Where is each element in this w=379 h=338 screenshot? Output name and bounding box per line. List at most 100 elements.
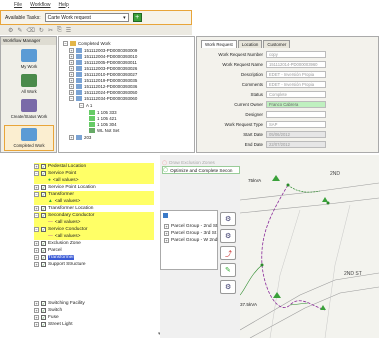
tool-icon-4[interactable]: ↻ bbox=[39, 27, 44, 34]
layer-row[interactable]: ● <all values> bbox=[34, 177, 154, 184]
layer-checkbox[interactable]: ✓ bbox=[41, 206, 46, 211]
layer-checkbox[interactable]: ✓ bbox=[41, 185, 46, 190]
layer-checkbox[interactable]: ✓ bbox=[41, 241, 46, 246]
expand-icon[interactable]: + bbox=[164, 238, 169, 243]
tool-icon-1[interactable]: ⚙ bbox=[8, 27, 13, 34]
layer-checkbox[interactable]: ✓ bbox=[41, 164, 46, 169]
parcel-row[interactable]: + Parcel Group - 2nd St bbox=[164, 223, 217, 230]
collapse-icon[interactable]: − bbox=[79, 102, 84, 108]
layer-row[interactable]: + ✓ Transformer Location bbox=[34, 205, 154, 212]
tab-customer[interactable]: Customer bbox=[263, 40, 291, 48]
tab-work-request[interactable]: Work Request bbox=[201, 40, 237, 48]
expand-icon[interactable]: + bbox=[69, 134, 74, 140]
nav-completed-work[interactable]: Completed Work bbox=[4, 125, 54, 151]
work-request-type-field[interactable]: SAP bbox=[266, 120, 326, 128]
expand-icon[interactable]: + bbox=[34, 164, 39, 169]
tool-icon-2[interactable]: ✎ bbox=[17, 27, 22, 34]
collapse-icon[interactable]: − bbox=[63, 40, 68, 46]
layer-row[interactable]: − ✓ Service Point bbox=[34, 170, 154, 177]
expand-icon[interactable]: + bbox=[164, 231, 169, 236]
tool-icon-6[interactable]: ⎘ bbox=[57, 27, 62, 34]
tree-item[interactable]: +203 bbox=[69, 134, 91, 140]
expand-icon[interactable]: + bbox=[69, 53, 74, 59]
collapse-icon[interactable]: − bbox=[34, 213, 39, 218]
layer-row[interactable]: + ✓ Street Light bbox=[34, 321, 154, 328]
edit-tool-button[interactable]: ⚙ bbox=[220, 212, 236, 226]
panel-handle-icon[interactable] bbox=[163, 213, 168, 218]
trace-tool-button[interactable]: ⤴ bbox=[220, 246, 236, 260]
layer-checkbox[interactable]: ✓ bbox=[41, 213, 46, 218]
expand-icon[interactable]: + bbox=[69, 59, 74, 65]
menu-workflow[interactable]: Workflow bbox=[30, 2, 50, 8]
tasks-dropdown[interactable]: Carte Work request ▾ bbox=[44, 13, 129, 22]
end-date-field[interactable]: 22/07/2012 bbox=[266, 140, 326, 148]
expand-icon[interactable]: + bbox=[69, 71, 74, 77]
tab-location[interactable]: Location bbox=[237, 40, 263, 48]
work-request-number-field[interactable]: copy bbox=[266, 50, 326, 58]
layer-row[interactable]: + ✓ Exclusion Zone bbox=[34, 240, 154, 247]
layer-row[interactable]: + ✓ Parcel bbox=[34, 247, 154, 254]
layer-row[interactable]: — <all values> bbox=[34, 219, 154, 226]
layer-checkbox[interactable]: ✓ bbox=[41, 227, 46, 232]
layer-row[interactable]: + ✓ Service Point Location bbox=[34, 184, 154, 191]
menu-help[interactable]: Help bbox=[59, 2, 69, 8]
expand-icon[interactable]: + bbox=[69, 77, 74, 83]
layer-checkbox[interactable]: ✓ bbox=[41, 192, 46, 197]
tree-sub-item[interactable]: − A 1 bbox=[79, 102, 92, 108]
expand-icon[interactable]: + bbox=[69, 47, 74, 53]
layer-row[interactable]: + ✓ Transformer bbox=[34, 254, 74, 261]
expand-icon[interactable]: + bbox=[34, 248, 39, 253]
layer-row[interactable]: − ✓ Secondary Conductor bbox=[34, 212, 154, 219]
layer-checkbox[interactable]: ✓ bbox=[41, 322, 46, 327]
start-date-field[interactable]: 05/06/2012 bbox=[266, 130, 326, 138]
layer-checkbox[interactable]: ✓ bbox=[41, 315, 46, 320]
expand-icon[interactable]: + bbox=[34, 315, 39, 320]
expand-icon[interactable]: + bbox=[69, 65, 74, 71]
tool-icon-7[interactable]: ☰ bbox=[66, 27, 71, 34]
layer-row[interactable]: — <all values> bbox=[34, 233, 154, 240]
expand-icon[interactable]: + bbox=[34, 322, 39, 327]
layer-checkbox[interactable]: ✓ bbox=[41, 308, 46, 313]
parcel-row[interactable]: + Parcel Group - 3rd St bbox=[164, 230, 216, 237]
expand-icon[interactable]: + bbox=[34, 206, 39, 211]
layer-row[interactable]: + ✓ Support Structure bbox=[34, 261, 154, 268]
tree-item[interactable]: − 151112034-PD0000393060 bbox=[69, 95, 137, 101]
layer-checkbox[interactable]: ✓ bbox=[41, 255, 46, 260]
expand-icon[interactable]: + bbox=[34, 255, 39, 260]
parcel-row[interactable]: + Parcel Group - W 2nd bbox=[164, 237, 217, 244]
tool-icon-5[interactable]: ✂ bbox=[48, 27, 53, 34]
expand-icon[interactable]: + bbox=[69, 83, 74, 89]
expand-icon[interactable]: + bbox=[34, 185, 39, 190]
expand-icon[interactable]: + bbox=[34, 241, 39, 246]
layer-row[interactable]: + ✓ Switch bbox=[34, 307, 154, 314]
layer-row[interactable]: − ✓ Service Conductor bbox=[34, 226, 154, 233]
optimize-action[interactable]: ◯ Optimize and Complete Secon bbox=[162, 166, 240, 174]
collapse-icon[interactable]: − bbox=[34, 171, 39, 176]
nav-all-work[interactable]: All Work bbox=[4, 74, 54, 94]
layer-row[interactable]: + ✓ Switching Facility bbox=[34, 300, 154, 307]
settings-tool-button[interactable]: ⚙ bbox=[220, 280, 236, 294]
current-owner-field[interactable]: Franco Cabrera bbox=[266, 100, 326, 108]
expand-icon[interactable]: + bbox=[34, 262, 39, 267]
collapse-icon[interactable]: − bbox=[69, 95, 74, 101]
tool-icon-3[interactable]: ⌫ bbox=[26, 27, 34, 34]
menu-file[interactable]: File bbox=[14, 2, 22, 8]
network-tool-button[interactable]: ⚙ bbox=[220, 229, 236, 243]
description-field[interactable]: EDET - Inversión Propia bbox=[266, 70, 326, 78]
layer-checkbox[interactable]: ✓ bbox=[41, 171, 46, 176]
nav-my-work[interactable]: My Work bbox=[4, 49, 54, 69]
expand-icon[interactable]: + bbox=[34, 301, 39, 306]
layer-checkbox[interactable]: ✓ bbox=[41, 301, 46, 306]
tree-root[interactable]: − Completed Work bbox=[63, 40, 111, 46]
collapse-icon[interactable]: − bbox=[34, 192, 39, 197]
draw-tool-button[interactable]: ✎ bbox=[220, 263, 236, 277]
layer-row[interactable]: − ✓ Transformer bbox=[34, 191, 154, 198]
go-button[interactable]: + bbox=[132, 13, 142, 22]
comments-field[interactable]: EDET - Inversión Propia bbox=[266, 80, 326, 88]
layer-row[interactable]: + ✓ Fuse bbox=[34, 314, 154, 321]
expand-icon[interactable]: + bbox=[34, 308, 39, 313]
layer-checkbox[interactable]: ✓ bbox=[41, 262, 46, 267]
layer-row[interactable]: ▲ <all values> bbox=[34, 198, 154, 205]
designer-field[interactable] bbox=[266, 110, 326, 118]
nav-create-status-work[interactable]: Create/Status Work bbox=[4, 99, 54, 119]
